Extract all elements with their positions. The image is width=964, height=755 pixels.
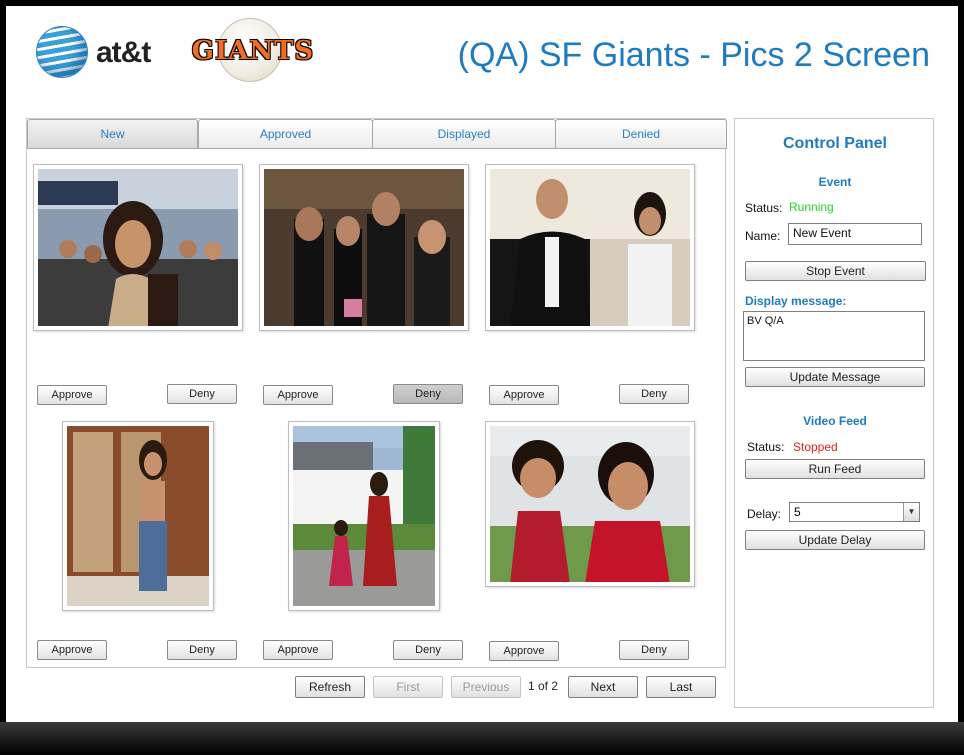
page-title: (QA) SF Giants - Pics 2 Screen xyxy=(457,36,930,74)
photo-image xyxy=(490,426,690,582)
photo-image xyxy=(264,169,464,326)
event-name-input[interactable]: New Event xyxy=(788,223,922,245)
photo-image xyxy=(293,426,435,606)
photo-card[interactable] xyxy=(259,164,469,331)
tab-denied[interactable]: Denied xyxy=(555,119,727,149)
page-indicator: 1 of 2 xyxy=(528,679,559,693)
tab-bar: New Approved Displayed Denied xyxy=(27,119,727,149)
photo-card[interactable] xyxy=(62,421,214,611)
approve-button[interactable]: Approve xyxy=(263,385,333,405)
control-panel-title: Control Panel xyxy=(782,135,887,152)
giants-logo-text: GIANTS xyxy=(191,36,315,66)
event-status-label: Status: xyxy=(745,201,783,215)
photo-image xyxy=(38,169,238,326)
delay-select-value: 5 xyxy=(794,505,801,519)
deny-button[interactable]: Deny xyxy=(619,384,689,404)
run-feed-button[interactable]: Run Feed xyxy=(745,459,925,479)
approve-button[interactable]: Approve xyxy=(489,385,559,405)
update-delay-button[interactable]: Update Delay xyxy=(745,530,925,550)
approve-button[interactable]: Approve xyxy=(37,640,107,660)
refresh-button[interactable]: Refresh xyxy=(295,676,365,698)
delay-label: Delay: xyxy=(747,507,782,521)
approve-button[interactable]: Approve xyxy=(489,641,559,661)
deny-button[interactable]: Deny xyxy=(167,384,237,404)
video-feed-section-title: Video Feed xyxy=(803,414,867,428)
giants-logo: GIANTS xyxy=(190,16,316,88)
last-page-button[interactable]: Last xyxy=(646,676,716,698)
att-globe-icon xyxy=(36,26,88,78)
tab-approved[interactable]: Approved xyxy=(198,119,373,149)
display-message-textarea[interactable]: BV Q/A xyxy=(743,311,925,361)
approve-button[interactable]: Approve xyxy=(37,385,107,405)
video-status-value: Stopped xyxy=(793,440,838,454)
photo-gallery: New Approved Displayed Denied Approve De… xyxy=(26,118,727,668)
approve-button[interactable]: Approve xyxy=(263,640,333,660)
update-message-button[interactable]: Update Message xyxy=(745,367,925,387)
previous-page-button[interactable]: Previous xyxy=(451,676,521,698)
photo-card[interactable] xyxy=(33,164,243,331)
deny-button[interactable]: Deny xyxy=(167,640,237,660)
event-section-title: Event xyxy=(818,175,852,189)
att-logo: at&t xyxy=(36,26,176,86)
photo-image xyxy=(490,169,690,326)
video-status-label: Status: xyxy=(747,440,785,454)
photo-card[interactable] xyxy=(485,164,695,331)
photo-card[interactable] xyxy=(288,421,440,611)
display-message-label: Display message: xyxy=(745,294,847,308)
deny-button[interactable]: Deny xyxy=(393,384,463,404)
stop-event-button[interactable]: Stop Event xyxy=(745,261,926,281)
tab-new[interactable]: New xyxy=(27,119,198,149)
event-name-label: Name: xyxy=(745,229,781,243)
photo-image xyxy=(67,426,209,606)
deny-button[interactable]: Deny xyxy=(393,640,463,660)
page: at&t GIANTS (QA) SF Giants - Pics 2 Scre… xyxy=(6,6,958,722)
chevron-down-icon[interactable]: ▼ xyxy=(903,503,919,521)
tab-displayed[interactable]: Displayed xyxy=(372,119,556,149)
photo-card[interactable] xyxy=(485,421,695,587)
next-page-button[interactable]: Next xyxy=(568,676,638,698)
first-page-button[interactable]: First xyxy=(373,676,443,698)
deny-button[interactable]: Deny xyxy=(619,640,689,660)
event-status-value: Running xyxy=(789,200,834,214)
bottom-bar xyxy=(0,722,964,755)
control-panel: Control Panel Event Status: Running Name… xyxy=(734,118,934,708)
att-logo-text: at&t xyxy=(96,36,151,69)
delay-select[interactable]: 5 ▼ xyxy=(789,502,920,522)
